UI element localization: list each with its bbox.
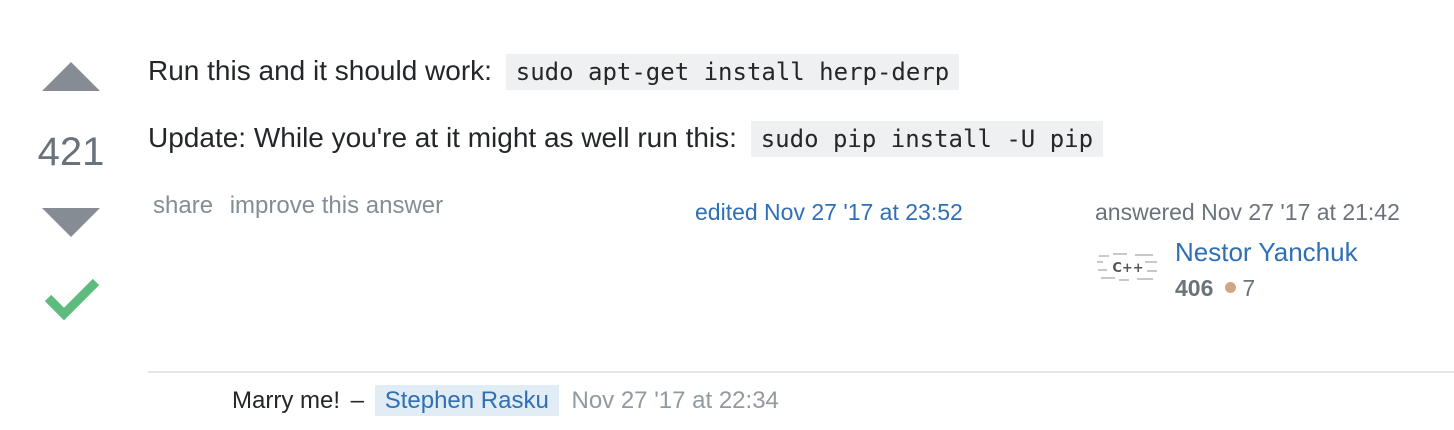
- bronze-badge-count: 7: [1242, 275, 1256, 301]
- comment-row: Marry me! – Stephen Rasku Nov 27 '17 at …: [232, 383, 779, 419]
- answer-text-2: Update: While you're at it might as well…: [148, 122, 737, 153]
- improve-answer-link[interactable]: improve this answer: [230, 192, 443, 219]
- comment-user-link[interactable]: Stephen Rasku: [374, 385, 559, 416]
- answer-paragraph-2: Update: While you're at it might as well…: [148, 119, 1428, 158]
- post-menu: share improve this answer: [153, 192, 453, 220]
- bronze-badge-icon: [1225, 282, 1237, 294]
- answered-time: answered Nov 27 '17 at 21:42: [1095, 199, 1400, 225]
- code-apt-get: sudo apt-get install herp-derp: [505, 54, 960, 90]
- comment-date[interactable]: Nov 27 '17 at 22:34: [571, 387, 778, 414]
- user-reputation-row: 406 7: [1175, 275, 1255, 302]
- share-link[interactable]: share: [153, 192, 213, 219]
- comment-divider: [148, 371, 1454, 373]
- downvote-arrow-icon[interactable]: [42, 208, 100, 237]
- user-card: answered Nov 27 '17 at 21:42 C++ Nestor …: [1095, 199, 1435, 301]
- user-avatar[interactable]: C++: [1095, 249, 1161, 285]
- edited-link[interactable]: edited Nov 27 '17 at 23:52: [695, 199, 963, 226]
- user-name-link[interactable]: Nestor Yanchuk: [1175, 237, 1358, 268]
- comment-text: Marry me!: [232, 387, 340, 414]
- svg-text:C++: C++: [1112, 261, 1143, 276]
- vote-count: 421: [37, 130, 105, 174]
- answer-body: Run this and it should work: sudo apt-ge…: [148, 52, 1428, 158]
- upvote-arrow-icon[interactable]: [42, 62, 100, 91]
- reputation-score: 406: [1175, 275, 1214, 301]
- code-pip-install: sudo pip install -U pip: [750, 121, 1104, 157]
- comment-separator: –: [350, 387, 365, 414]
- accepted-checkmark-icon: [44, 278, 100, 321]
- answer-text-1: Run this and it should work:: [148, 55, 492, 86]
- answer-paragraph-1: Run this and it should work: sudo apt-ge…: [148, 52, 1428, 91]
